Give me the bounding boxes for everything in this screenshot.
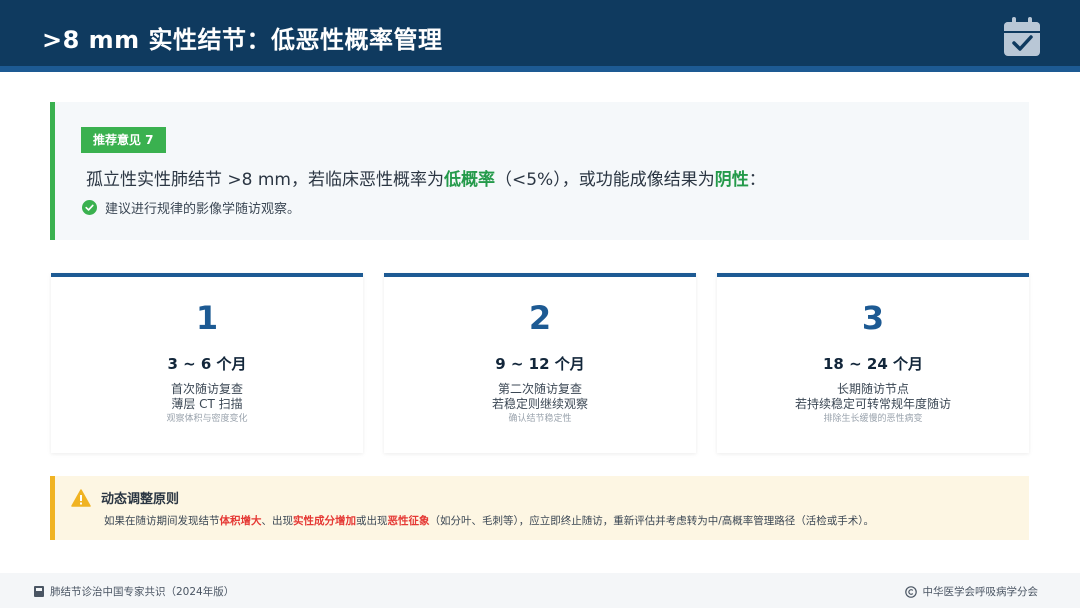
- step-card-3: 3 18 ~ 24 个月 长期随访节点 若持续稳定可转常规年度随访 排除生长缓慢…: [717, 273, 1029, 453]
- recommendation-text: 孤立性实性肺结节 >8 mm，若临床恶性概率为低概率（<5%），或功能成像结果为…: [86, 165, 766, 190]
- step-number: 3: [861, 299, 885, 337]
- warning-panel: 动态调整原则 如果在随访期间发现结节体积增大、出现实性成分增加或出现恶性征象（如…: [50, 476, 1029, 540]
- rec-text-part: 孤立性实性肺结节 >8 mm，若临床恶性概率为: [86, 170, 444, 190]
- step-line-2: 若持续稳定可转常规年度随访: [794, 397, 951, 411]
- recommendation-sub-text: 建议进行规律的影像学随访观察。: [105, 202, 301, 217]
- malignant-sign-highlight: 恶性征象: [387, 515, 430, 527]
- solid-component-highlight: 实性成分增加: [293, 515, 356, 527]
- warn-text-part: 如果在随访期间发现结节: [104, 515, 220, 527]
- step-note: 排除生长缓慢的恶性病变: [823, 414, 923, 424]
- step-note: 确认结节稳定性: [508, 414, 572, 424]
- step-line-2: 若稳定则继续观察: [491, 397, 588, 411]
- step-number: 2: [528, 299, 552, 337]
- footer-source: 肺结节诊治中国专家共识（2024年版）: [34, 584, 234, 599]
- footer-copyright-text: 中华医学会呼吸病学分会: [922, 586, 1039, 598]
- page-title: >8 mm 实性结节：低恶性概率管理: [42, 26, 443, 54]
- check-circle-icon: [82, 200, 97, 215]
- footer-bar: 肺结节诊治中国专家共识（2024年版） 中华医学会呼吸病学分会: [0, 573, 1080, 608]
- copyright-icon: [904, 585, 917, 598]
- step-number: 1: [195, 299, 219, 337]
- recommendation-sub: 建议进行规律的影像学随访观察。: [82, 198, 300, 217]
- step-line-2: 薄层 CT 扫描: [171, 397, 243, 411]
- step-period: 18 ~ 24 个月: [823, 355, 923, 373]
- step-period: 9 ~ 12 个月: [495, 355, 585, 373]
- footer-copyright: 中华医学会呼吸病学分会: [904, 584, 1039, 599]
- step-period: 3 ~ 6 个月: [167, 355, 247, 373]
- warn-text-part: 或出现: [356, 515, 388, 527]
- recommendation-badge: 推荐意见 7: [81, 127, 166, 153]
- calendar-check-icon: [1004, 17, 1040, 56]
- rec-text-part: （<5%），或功能成像结果为: [495, 170, 715, 190]
- warn-text-part: （如分叶、毛刺等），应立即终止随访，重新评估并考虑转为中/高概率管理路径（活检或…: [429, 515, 875, 527]
- warning-title: 动态调整原则: [101, 492, 180, 507]
- rec-text-part: ：: [748, 170, 766, 190]
- warn-text-part: 、出现: [261, 515, 294, 527]
- warning-text: 如果在随访期间发现结节体积增大、出现实性成分增加或出现恶性征象（如分叶、毛刺等）…: [104, 513, 874, 528]
- warning-triangle-icon: [71, 489, 91, 507]
- footer-source-text: 肺结节诊治中国专家共识（2024年版）: [50, 586, 235, 598]
- book-icon: [34, 586, 44, 597]
- negative-highlight: 阴性: [714, 170, 749, 190]
- step-card-2: 2 9 ~ 12 个月 第二次随访复查 若稳定则继续观察 确认结节稳定性: [384, 273, 696, 453]
- volume-increase-highlight: 体积增大: [219, 515, 262, 527]
- step-card-1: 1 3 ~ 6 个月 首次随访复查 薄层 CT 扫描 观察体积与密度变化: [51, 273, 363, 453]
- recommendation-panel: 推荐意见 7 孤立性实性肺结节 >8 mm，若临床恶性概率为低概率（<5%），或…: [50, 102, 1029, 240]
- low-probability-highlight: 低概率: [444, 170, 495, 190]
- step-note: 观察体积与密度变化: [166, 414, 248, 424]
- header-bar: >8 mm 实性结节：低恶性概率管理: [0, 0, 1080, 72]
